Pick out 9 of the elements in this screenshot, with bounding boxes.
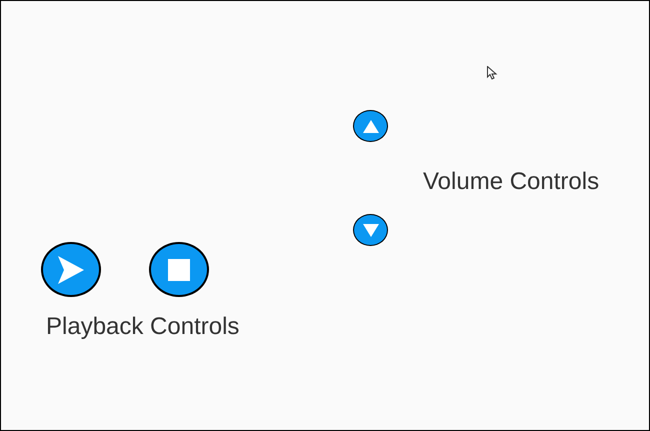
cursor-icon xyxy=(487,66,498,80)
volume-up-button[interactable] xyxy=(353,110,388,142)
volume-down-button[interactable] xyxy=(353,214,388,246)
play-icon xyxy=(58,256,84,284)
volume-controls-label: Volume Controls xyxy=(423,168,600,196)
stop-icon xyxy=(168,258,190,280)
playback-controls-label: Playback Controls xyxy=(46,313,240,341)
down-triangle-icon xyxy=(362,224,378,236)
up-triangle-icon xyxy=(362,120,378,132)
